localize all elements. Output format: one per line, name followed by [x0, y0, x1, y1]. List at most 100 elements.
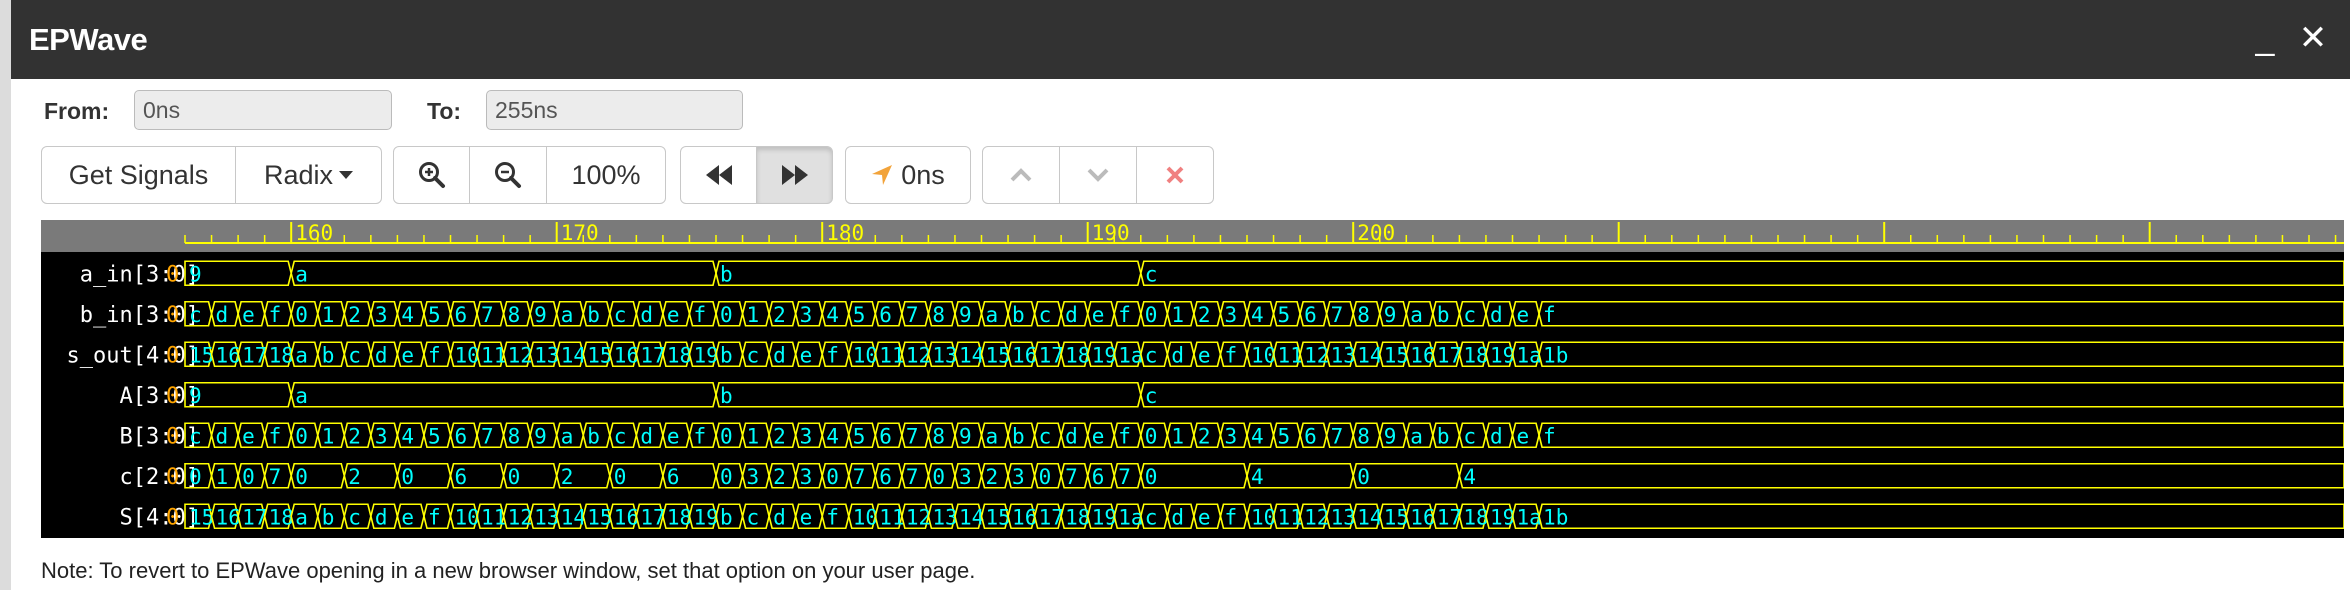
signal-value-label: a — [295, 262, 308, 286]
fast-forward-icon — [781, 165, 808, 185]
signal-value-label: 1 — [747, 303, 760, 327]
signal-value-label: 3 — [800, 465, 813, 489]
signal-value-label: d — [640, 303, 653, 327]
signal-value-label: 6 — [667, 465, 680, 489]
signal-value-label: 2 — [1198, 303, 1211, 327]
signal-value-label: 0 — [295, 424, 308, 448]
signal-value-label: c — [747, 505, 760, 529]
signal-value-label: 15 — [1384, 505, 1409, 529]
signal-initial-value: 0 — [166, 465, 179, 490]
signal-value-label: 17 — [242, 505, 267, 529]
signal-value-label: c — [1145, 384, 1158, 408]
signal-value-label: 19 — [1092, 343, 1117, 367]
radix-button[interactable]: Radix — [235, 146, 382, 204]
signal-value-label: c — [1145, 505, 1158, 529]
signal-value-label: 14 — [561, 343, 586, 367]
signal-segment — [715, 381, 1142, 408]
signal-value-label: 0 — [1357, 465, 1370, 489]
rewind-icon — [705, 165, 732, 185]
signal-value-label: 0 — [1145, 303, 1158, 327]
signal-value-label: 14 — [959, 343, 984, 367]
signal-value-label: 1 — [322, 424, 335, 448]
signal-value-label: 6 — [1092, 465, 1105, 489]
signal-value-label: 0 — [295, 303, 308, 327]
signal-value-label: f — [826, 343, 839, 367]
signal-value-label: 15 — [189, 505, 214, 529]
zoom-out-button[interactable] — [469, 146, 547, 204]
signal-value-label: 11 — [1278, 505, 1303, 529]
signal-name: B[3:0] — [120, 424, 199, 449]
signal-value-label: 15 — [1384, 343, 1409, 367]
remove-signal-button[interactable] — [1136, 146, 1214, 204]
signal-value-label: 15 — [587, 505, 612, 529]
signal-value-label: 2 — [986, 465, 999, 489]
signal-value-label: 3 — [1224, 303, 1237, 327]
signal-name: S[4:0] — [120, 505, 199, 530]
signal-value-label: a — [986, 424, 999, 448]
signal-value-label: c — [189, 424, 202, 448]
signal-value-label: 10 — [1251, 505, 1276, 529]
signal-value-label: d — [640, 424, 653, 448]
signal-value-label: f — [428, 505, 441, 529]
signal-initial-value: 0 — [166, 505, 179, 530]
signal-value-label: 0 — [1145, 465, 1158, 489]
get-signals-button[interactable]: Get Signals — [41, 146, 236, 204]
signal-value-label: 4 — [401, 303, 414, 327]
signal-value-label: b — [1437, 424, 1450, 448]
signal-value-label: 0 — [242, 465, 255, 489]
signal-value-label: b — [1012, 303, 1025, 327]
signal-value-label: 12 — [1304, 343, 1329, 367]
signal-value-label: c — [189, 303, 202, 327]
fast-forward-button[interactable] — [756, 146, 833, 204]
minimize-icon[interactable]: _ — [2247, 20, 2283, 56]
signal-value-label: a — [1410, 303, 1423, 327]
signal-value-label: 0 — [720, 303, 733, 327]
signal-value-label: 9 — [959, 424, 972, 448]
signal-value-label: 9 — [189, 384, 202, 408]
signal-value-label: 13 — [1331, 343, 1356, 367]
from-input[interactable]: 0ns — [134, 90, 392, 130]
signal-value-label: 11 — [1278, 343, 1303, 367]
signal-value-label: 8 — [932, 303, 945, 327]
waveform-viewer[interactable]: 160 170 180 190 200 a_in[3:0] 0 9 a b c b_in[3:0] 0 c… — [41, 220, 2344, 538]
signal-value-label: 9 — [959, 303, 972, 327]
zoom-out-icon — [495, 162, 521, 188]
zoom-in-button[interactable] — [393, 146, 470, 204]
signal-value-label: e — [1198, 343, 1211, 367]
signal-value-label: 17 — [640, 505, 665, 529]
signal-value-label: 10 — [853, 505, 878, 529]
waveform-canvas[interactable]: 160 170 180 190 200a_in[3:0]0 9 a b cb_in[3:0]0 c… — [41, 220, 2344, 538]
signal-value-label: b — [720, 505, 733, 529]
signal-value-label: f — [1543, 424, 1556, 448]
cursor-time-button[interactable]: 0ns — [845, 146, 971, 204]
signal-value-label: f — [693, 424, 706, 448]
signal-value-label: 4 — [1463, 465, 1476, 489]
signal-value-label: 9 — [534, 424, 547, 448]
signal-value-label: 14 — [1357, 343, 1382, 367]
signal-value-label: b — [587, 424, 600, 448]
signal-value-label: c — [348, 505, 361, 529]
rewind-button[interactable] — [680, 146, 757, 204]
signal-value-label: e — [1092, 303, 1105, 327]
zoom-level-button[interactable]: 100% — [546, 146, 666, 204]
signal-value-label: 0 — [720, 465, 733, 489]
note-text: Note: To revert to EPWave opening in a n… — [41, 558, 976, 583]
signal-initial-value: 0 — [166, 343, 179, 368]
move-down-button[interactable] — [1059, 146, 1137, 204]
signal-value-label: e — [1517, 303, 1530, 327]
close-icon[interactable]: ✕ — [2295, 20, 2331, 56]
signal-value-label: c — [614, 424, 627, 448]
signal-value-label: d — [216, 424, 229, 448]
radix-label: Radix — [263, 159, 334, 190]
signal-value-label: 11 — [481, 505, 506, 529]
signal-value-label: 6 — [1304, 424, 1317, 448]
to-input[interactable]: 255ns — [486, 90, 743, 130]
signal-value-label: 13 — [1331, 505, 1356, 529]
move-up-button[interactable] — [982, 146, 1060, 204]
signal-value-label: 11 — [481, 343, 506, 367]
signal-initial-value: 0 — [166, 424, 179, 449]
signal-value-label: 3 — [375, 303, 388, 327]
signal-value-label: e — [242, 424, 255, 448]
signal-value-label: f — [1224, 343, 1237, 367]
signal-value-label: 19 — [1490, 505, 1515, 529]
